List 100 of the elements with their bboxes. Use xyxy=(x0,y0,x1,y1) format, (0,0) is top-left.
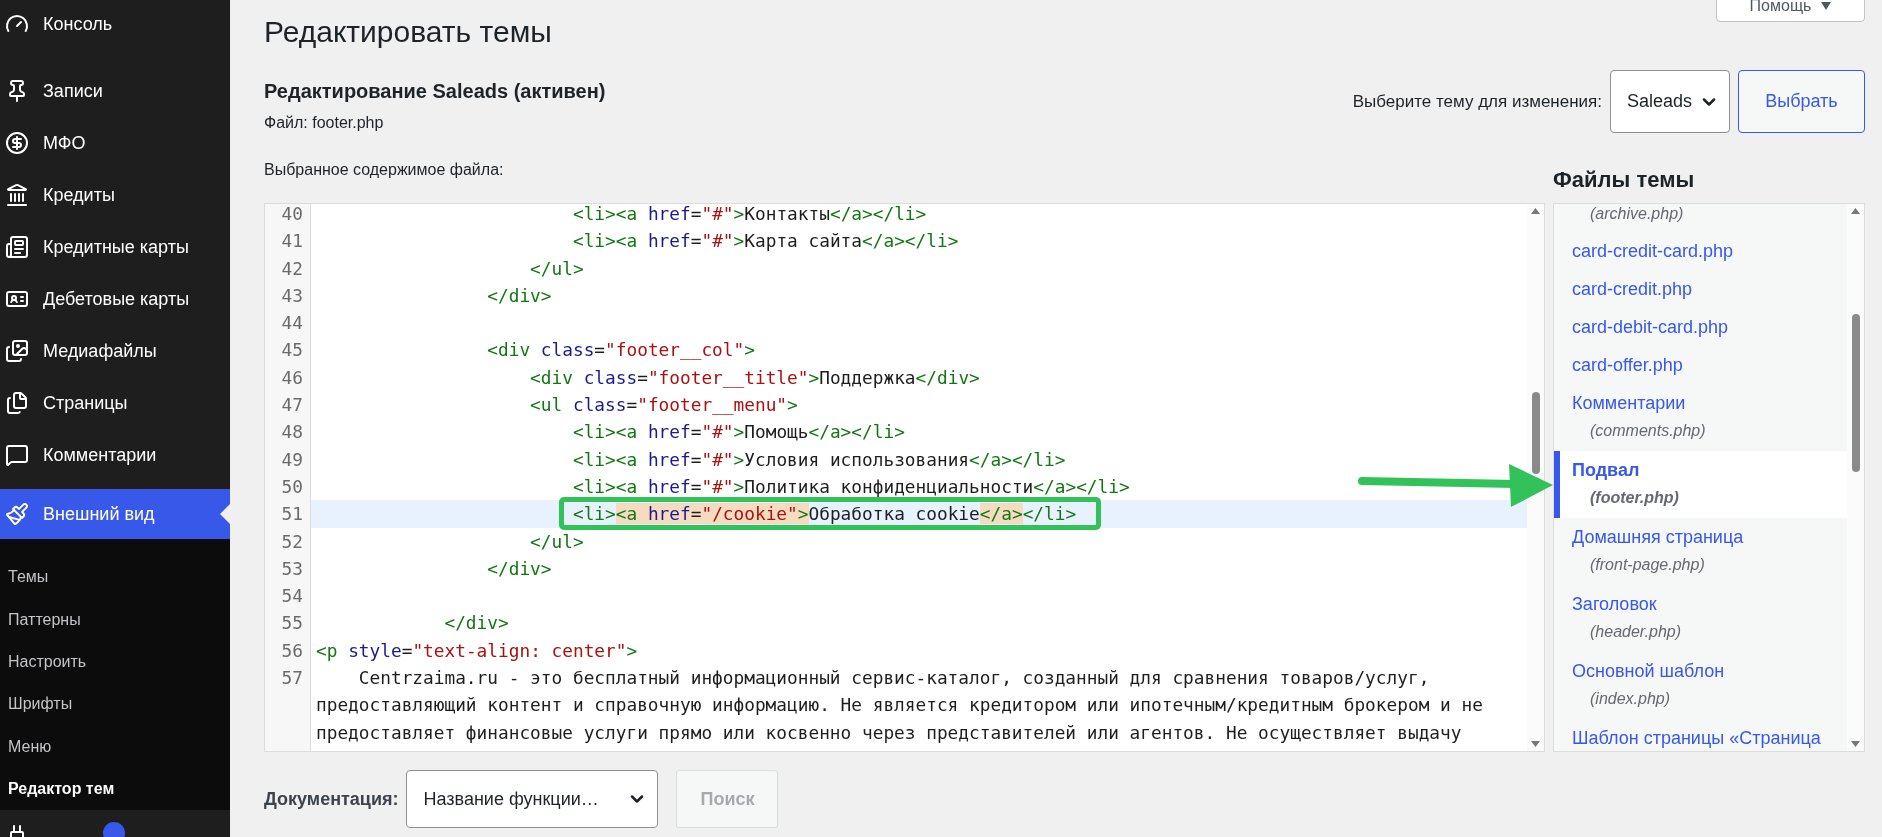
file-name: (archive.php) xyxy=(1589,204,1685,224)
file-name: (index.php) xyxy=(1589,689,1672,709)
file-list-item[interactable]: Заголовок (header.php) xyxy=(1554,585,1847,652)
sidebar-menu-item[interactable]: Кредиты xyxy=(0,169,230,221)
line-number: 41 xyxy=(280,229,304,254)
line-number: 51 xyxy=(280,502,304,527)
scroll-down-icon[interactable] xyxy=(1531,741,1540,747)
code-line: </ul> xyxy=(529,256,585,281)
submenu-item[interactable]: Редактор тем xyxy=(0,767,230,811)
file-list-item[interactable]: card-debit-card.php xyxy=(1554,308,1847,346)
scroll-thumb[interactable] xyxy=(1851,314,1860,472)
dollar-coin-icon xyxy=(5,131,29,155)
sidebar-menu-item[interactable]: Записи xyxy=(0,65,230,117)
line-number: 40 xyxy=(280,204,304,226)
help-button[interactable]: Помощь xyxy=(1716,0,1865,22)
line-number: 48 xyxy=(280,420,304,445)
sidebar-menu-item[interactable]: Медиафайлы xyxy=(0,325,230,377)
file-list-item[interactable]: (archive.php) xyxy=(1554,204,1847,232)
line-number: 56 xyxy=(280,638,304,663)
newspaper-icon xyxy=(5,235,29,259)
file-list-item[interactable]: card-credit.php xyxy=(1554,270,1847,308)
line-number: 52 xyxy=(280,529,304,554)
file-name: (footer.php) xyxy=(1589,488,1680,508)
sidebar-menu-item[interactable]: Внешний вид xyxy=(0,489,230,539)
content-label: Выбранное содержимое файла: xyxy=(264,160,505,180)
line-number: 50 xyxy=(280,474,304,499)
theme-picker-label: Выберите тему для изменения: xyxy=(1352,91,1602,112)
code-line: </div> xyxy=(486,556,553,581)
code-line: </div> xyxy=(443,611,510,636)
caret-icon xyxy=(1821,2,1832,10)
file-title: Основной шаблон xyxy=(1572,660,1726,683)
sidebar-menu-item[interactable]: Страницы xyxy=(0,377,230,429)
file-title: Домашняя страница xyxy=(1572,526,1745,549)
bank-building-icon xyxy=(5,183,29,207)
file-name: (header.php) xyxy=(1589,622,1683,642)
pages-icon xyxy=(5,391,29,415)
line-number: 49 xyxy=(280,447,304,472)
scroll-down-icon[interactable] xyxy=(1851,741,1860,747)
line-number: 42 xyxy=(280,256,304,281)
sidebar-menu-item[interactable]: Комментарии xyxy=(0,429,230,481)
file-list-item[interactable]: card-credit-card.php xyxy=(1554,232,1847,270)
scrollbar[interactable] xyxy=(1527,204,1544,751)
file-label: Файл: footer.php xyxy=(264,113,385,133)
scroll-thumb[interactable] xyxy=(1531,392,1540,474)
submenu-item[interactable]: Темы xyxy=(0,556,230,599)
code-line: <ul class="footer__menu"> xyxy=(529,393,799,418)
code-line: <li><a href="#">Условия использования</a></li> xyxy=(571,447,1067,472)
file-name: (comments.php) xyxy=(1589,421,1707,441)
file-title: Шаблон страницы «Страница xyxy=(1572,727,1822,750)
submenu-item[interactable]: Шрифты xyxy=(0,683,230,726)
line-number: 45 xyxy=(280,338,304,363)
select-theme-button[interactable]: Выбрать xyxy=(1738,70,1865,133)
code-line: <li><a href="#">Карта сайта</a></li> xyxy=(571,229,960,254)
scroll-up-icon[interactable] xyxy=(1531,208,1540,214)
line-number: 47 xyxy=(280,393,304,418)
code-line: <div class="footer__title">Поддержка</div> xyxy=(529,365,981,390)
sidebar-menu-item[interactable]: Дебетовые карты xyxy=(0,273,230,325)
speech-bubble-icon xyxy=(5,443,29,467)
code-line: <li><a href="#">Политика конфиденциальности</a></li> xyxy=(571,474,1131,499)
code-line: </div> xyxy=(486,283,553,308)
function-select[interactable]: Название функции… xyxy=(406,770,659,828)
file-list-item[interactable]: Шаблон страницы «Страница xyxy=(1554,719,1847,751)
code-line: <li><a href="#">Помощь</a></li> xyxy=(571,420,906,445)
documentation-label: Документация: xyxy=(264,788,399,810)
file-title: card-offer.php xyxy=(1572,354,1684,377)
file-list-item[interactable]: Подвал (footer.php) xyxy=(1554,451,1847,518)
line-number: 54 xyxy=(280,584,304,609)
code-editor[interactable] xyxy=(264,203,1545,752)
code-line: </ul> xyxy=(529,529,585,554)
code-line: Centrzaima.ru - это бесплатный информационный сервис-каталог, созданный для сравнения товаров/услуг, xyxy=(357,666,1431,691)
file-title: Подвал xyxy=(1572,459,1641,482)
submenu-item[interactable]: Настроить xyxy=(0,640,230,684)
code-line: <div class="footer__col"> xyxy=(486,338,756,363)
code-line: предоставляющий контент и справочную информацию. Не является кредитором или ипотечным/кредитным брокером и не xyxy=(315,693,1484,718)
file-list-item[interactable]: Домашняя страница (front-page.php) xyxy=(1554,518,1847,585)
submenu-item[interactable]: Меню xyxy=(0,725,230,768)
theme-select[interactable]: Saleads xyxy=(1610,70,1730,133)
current-pointer-icon xyxy=(220,504,230,524)
line-number: 46 xyxy=(280,365,304,390)
scroll-up-icon[interactable] xyxy=(1851,208,1860,214)
paintbrush-icon xyxy=(5,502,29,526)
sidebar-menu-item[interactable]: Консоль xyxy=(0,0,230,50)
code-line: предоставляет финансовые услуги прямо или косвенно через представителей или агентов. Не осуществляет выдачу xyxy=(315,720,1463,745)
file-list-item[interactable]: Основной шаблон (index.php) xyxy=(1554,652,1847,719)
file-list-item[interactable]: card-offer.php xyxy=(1554,346,1847,384)
sidebar-menu-item[interactable]: Кредитные карты xyxy=(0,221,230,273)
sidebar-menu-item[interactable]: МФО xyxy=(0,117,230,169)
scrollbar[interactable] xyxy=(1847,204,1864,751)
line-number: 57 xyxy=(280,666,304,691)
file-title: card-credit-card.php xyxy=(1572,240,1735,263)
file-title: card-debit-card.php xyxy=(1572,316,1730,339)
file-title: card-credit.php xyxy=(1572,278,1694,301)
editing-title: Редактирование Saleads (активен) xyxy=(264,79,606,104)
code-line: <li><a href="#">Контакты</a></li> xyxy=(571,204,928,226)
line-number: 55 xyxy=(280,611,304,636)
line-number: 43 xyxy=(280,283,304,308)
file-list-item[interactable]: Комментарии (comments.php) xyxy=(1554,384,1847,451)
files-title: Файлы темы xyxy=(1553,166,1696,194)
submenu-item[interactable]: Паттерны xyxy=(0,598,230,641)
file-title: Заголовок xyxy=(1572,593,1658,616)
